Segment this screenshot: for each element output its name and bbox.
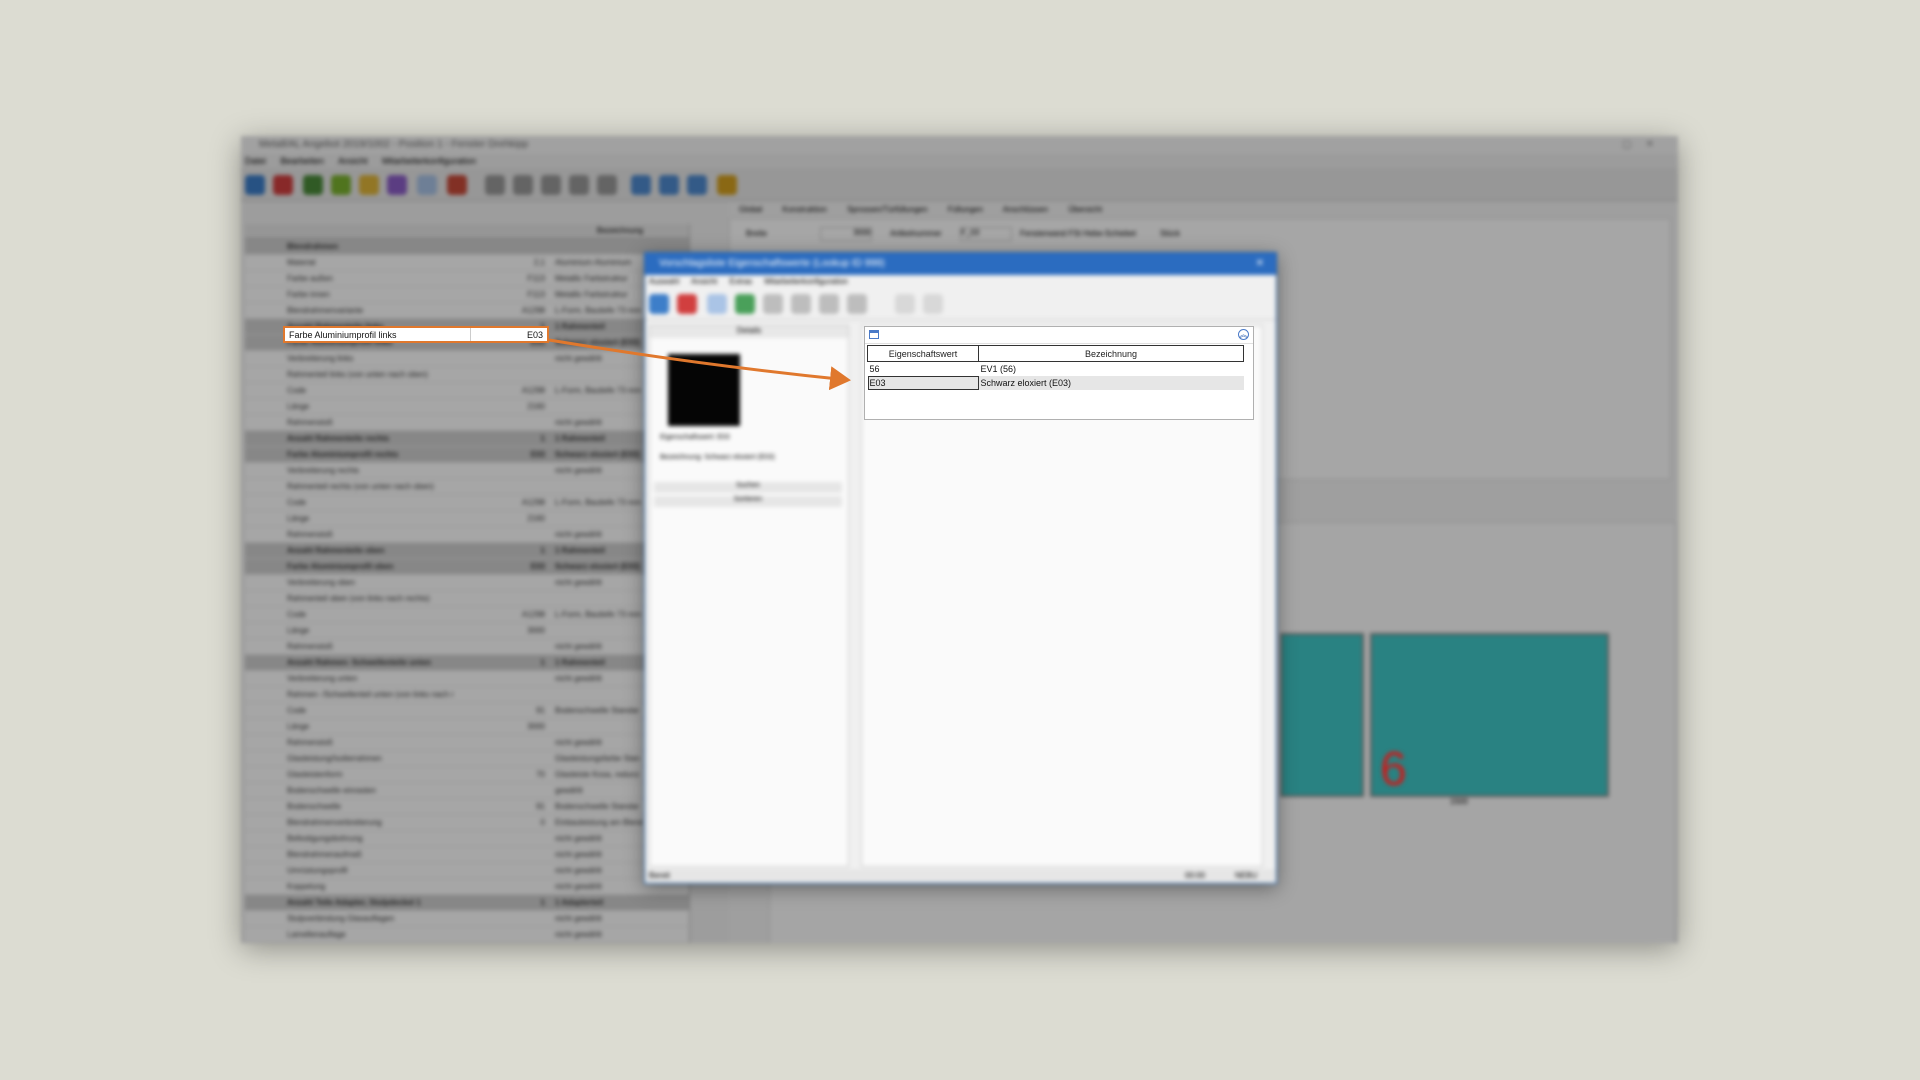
arrow-line — [548, 338, 851, 391]
callout-arrow — [548, 338, 851, 391]
